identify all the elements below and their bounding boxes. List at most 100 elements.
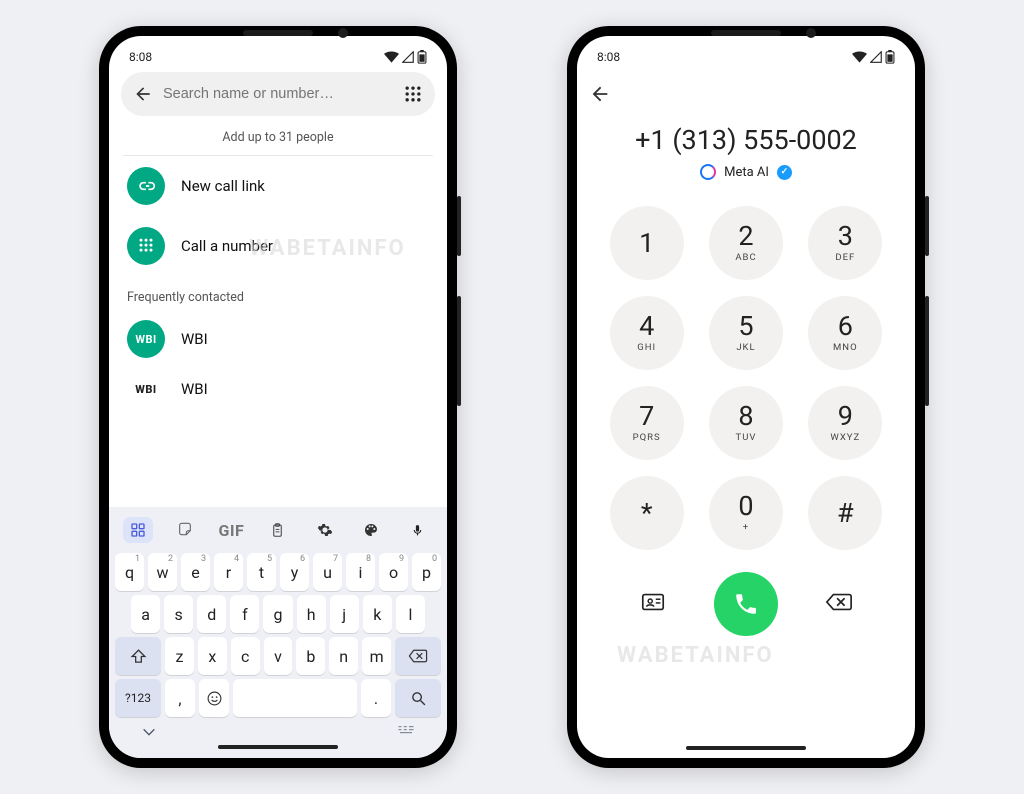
- key-l[interactable]: l: [396, 595, 425, 633]
- dialkey-2[interactable]: 2ABC: [709, 206, 783, 280]
- key-y[interactable]: y6: [280, 553, 309, 591]
- key-g[interactable]: g: [263, 595, 292, 633]
- back-icon[interactable]: [133, 84, 153, 104]
- caller-id-row: Meta AI ✓: [577, 164, 915, 206]
- signal-icon: [402, 51, 414, 63]
- caller-id-name: Meta AI: [724, 165, 769, 180]
- key-b[interactable]: b: [296, 637, 325, 675]
- period-key[interactable]: .: [361, 679, 391, 717]
- battery-icon: [885, 50, 895, 64]
- comma-key[interactable]: ,: [165, 679, 195, 717]
- symbols-key[interactable]: ?123: [115, 679, 161, 717]
- keyboard-hide-icon[interactable]: [397, 725, 415, 739]
- key-e[interactable]: e3: [181, 553, 210, 591]
- link-icon: [127, 167, 165, 205]
- phone-side-button: [457, 296, 461, 406]
- key-j[interactable]: j: [330, 595, 359, 633]
- search-bar[interactable]: [121, 72, 435, 116]
- phone-left: 8:08 Add up to 31 people WABETAINFO New …: [99, 26, 457, 768]
- signal-icon: [870, 51, 882, 63]
- contact-name: WBI: [181, 380, 208, 398]
- grid-icon[interactable]: [123, 517, 153, 543]
- wifi-icon: [384, 51, 399, 63]
- dialkey-#[interactable]: #: [808, 476, 882, 550]
- key-q[interactable]: q1: [115, 553, 144, 591]
- mic-icon[interactable]: [403, 517, 433, 543]
- dialkey-5[interactable]: 5JKL: [709, 296, 783, 370]
- shift-key[interactable]: [115, 637, 161, 675]
- verified-badge-icon: ✓: [777, 165, 792, 180]
- soft-keyboard: GIF q1w2e3r4t5y6u7i8o9p0 asdfghjkl zxcvb…: [109, 507, 447, 758]
- battery-icon: [417, 50, 427, 64]
- key-s[interactable]: s: [164, 595, 193, 633]
- status-time: 8:08: [597, 50, 620, 64]
- frequently-contacted-header: Frequently contacted: [109, 276, 447, 309]
- key-d[interactable]: d: [197, 595, 226, 633]
- home-indicator[interactable]: [218, 745, 338, 749]
- key-z[interactable]: z: [165, 637, 194, 675]
- dialkey-1[interactable]: 1: [610, 206, 684, 280]
- dialpad-icon[interactable]: [403, 84, 423, 104]
- contact-avatar: WBI: [127, 320, 165, 358]
- meta-ai-ring-icon: [700, 164, 716, 180]
- key-u[interactable]: u7: [313, 553, 342, 591]
- key-c[interactable]: c: [231, 637, 260, 675]
- gif-icon[interactable]: GIF: [216, 517, 246, 543]
- key-t[interactable]: t5: [247, 553, 276, 591]
- phone-side-button: [925, 296, 929, 406]
- backspace-key[interactable]: [395, 637, 441, 675]
- phone-camera: [338, 28, 348, 38]
- key-k[interactable]: k: [363, 595, 392, 633]
- search-key[interactable]: [395, 679, 441, 717]
- search-input[interactable]: [163, 86, 393, 102]
- call-a-number-row[interactable]: Call a number: [109, 216, 447, 276]
- phone-speaker: [243, 30, 313, 36]
- dialpad-circle-icon: [127, 227, 165, 265]
- phone-side-button: [457, 196, 461, 256]
- key-x[interactable]: x: [198, 637, 227, 675]
- back-icon[interactable]: [589, 83, 611, 105]
- key-p[interactable]: p0: [412, 553, 441, 591]
- add-contact-button[interactable]: [640, 591, 666, 617]
- dialkey-0[interactable]: 0+: [709, 476, 783, 550]
- dialpad: 1 2ABC 3DEF 4GHI 5JKL 6MNO 7PQRS 8TUV 9WXYZ * 0+ #: [577, 206, 915, 550]
- phone-right: 8:08 +1 (313) 555-0002 Meta AI ✓ 1 2ABC 3D…: [567, 26, 925, 768]
- status-bar: 8:08: [109, 36, 447, 66]
- key-h[interactable]: h: [297, 595, 326, 633]
- dialkey-7[interactable]: 7PQRS: [610, 386, 684, 460]
- dialkey-9[interactable]: 9WXYZ: [808, 386, 882, 460]
- key-w[interactable]: w2: [148, 553, 177, 591]
- dialkey-8[interactable]: 8TUV: [709, 386, 783, 460]
- key-i[interactable]: i8: [346, 553, 375, 591]
- phone-camera: [806, 28, 816, 38]
- key-o[interactable]: o9: [379, 553, 408, 591]
- contact-row[interactable]: WBI WBI: [109, 309, 447, 369]
- gear-icon[interactable]: [310, 517, 340, 543]
- status-bar: 8:08: [577, 36, 915, 66]
- home-indicator[interactable]: [686, 746, 806, 750]
- key-r[interactable]: r4: [214, 553, 243, 591]
- phone-speaker: [711, 30, 781, 36]
- key-f[interactable]: f: [230, 595, 259, 633]
- call-button[interactable]: [714, 572, 778, 636]
- dialkey-4[interactable]: 4GHI: [610, 296, 684, 370]
- sticker-icon[interactable]: [170, 517, 200, 543]
- phone-side-button: [925, 196, 929, 256]
- emoji-key[interactable]: [199, 679, 229, 717]
- backspace-button[interactable]: [825, 591, 853, 617]
- clipboard-icon[interactable]: [263, 517, 293, 543]
- status-time: 8:08: [129, 50, 152, 64]
- dialkey-6[interactable]: 6MNO: [808, 296, 882, 370]
- contact-row[interactable]: WBI WBI: [109, 369, 447, 409]
- key-m[interactable]: m: [362, 637, 391, 675]
- space-key[interactable]: [233, 679, 357, 717]
- dialkey-3[interactable]: 3DEF: [808, 206, 882, 280]
- palette-icon[interactable]: [356, 517, 386, 543]
- key-n[interactable]: n: [329, 637, 358, 675]
- dialed-number: +1 (313) 555-0002: [577, 112, 915, 164]
- key-a[interactable]: a: [131, 595, 160, 633]
- collapse-keyboard-icon[interactable]: [141, 726, 157, 738]
- key-v[interactable]: v: [264, 637, 293, 675]
- dialkey-*[interactable]: *: [610, 476, 684, 550]
- new-call-link-row[interactable]: New call link: [109, 156, 447, 216]
